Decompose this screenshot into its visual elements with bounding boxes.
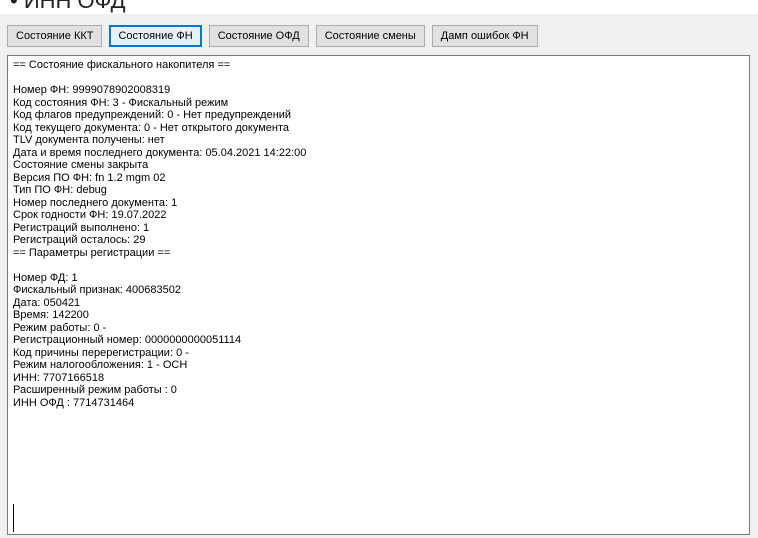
output-line: Код причины перерегистрации: 0 - [13,346,189,359]
output-line: Версия ПО ФН: fn 1.2 mgm 02 [13,171,166,184]
output-line: Время: 142200 [13,309,89,321]
fiscal-status-window: Состояние ККТ Состояние ФН Состояние ОФД… [0,14,758,538]
toolbar: Состояние ККТ Состояние ФН Состояние ОФД… [7,25,538,49]
output-line: Номер последнего документа: 1 [13,196,178,209]
output-line: Срок годности ФН: 19.07.2022 [13,209,167,221]
output-line: Номер ФД: 1 [13,271,78,284]
output-line: Режим налогообложения: 1 - ОСН [13,359,188,371]
shift-status-button[interactable]: Состояние смены [315,25,425,47]
output-line: Номер ФН: 9999078902008319 [13,84,171,96]
output-line: Код состояния ФН: 3 - Фискальный режим [13,96,229,109]
text-caret [13,504,14,532]
output-line: Фискальный признак: 400683502 [13,284,181,296]
kkt-status-button[interactable]: Состояние ККТ [7,25,103,47]
output-line: Регистраций выполнено: 1 [13,221,150,234]
page-heading: • ИНН ОФД [10,0,126,13]
output-line: Расширенный режим работы : 0 [13,384,177,396]
output-line: ИНН: 7707166518 [13,371,105,384]
output-line: Код флагов предупреждений: 0 - Нет преду… [13,109,292,121]
output-line: == Состояние фискального накопителя == [13,59,231,71]
output-line: TLV документа получены: нет [13,134,165,146]
output-line: Код текущего документа: 0 - Нет открытог… [13,121,290,134]
fn-status-button[interactable]: Состояние ФН [109,25,202,47]
output-lines: == Состояние фискального накопителя == Но… [13,59,744,409]
output-line: Регистрационный номер: 0000000000051114 [13,334,242,346]
output-line: Тип ПО ФН: debug [13,184,107,196]
fn-error-dump-button[interactable]: Дамп ошибок ФН [431,25,538,47]
output-line: ИНН ОФД : 7714731464 [13,396,135,409]
output-line: Дата и время последнего документа: 05.04… [13,146,307,159]
output-line: Дата: 050421 [13,296,81,309]
output-line: == Параметры регистрации == [13,246,171,259]
output-textbox[interactable]: == Состояние фискального накопителя == Но… [7,55,750,535]
output-line: Состояние смены закрыта [13,159,149,171]
ofd-status-button[interactable]: Состояние ОФД [208,25,309,47]
output-line: Регистраций осталось: 29 [13,234,146,246]
output-line: Режим работы: 0 - [13,321,107,334]
